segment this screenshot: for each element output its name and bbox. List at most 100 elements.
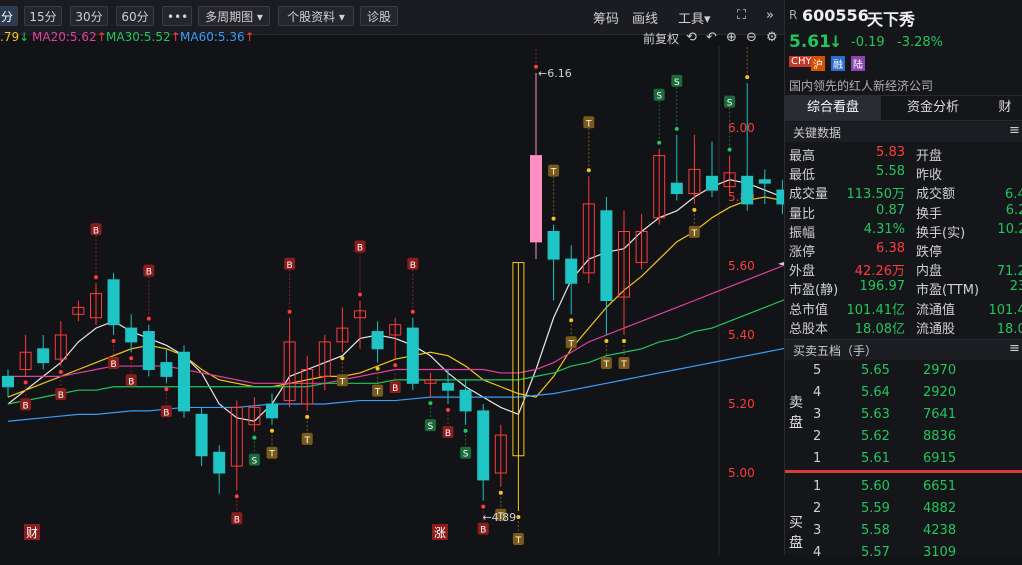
candle-body bbox=[372, 332, 383, 349]
tab-fund-analysis[interactable]: 资金分析 bbox=[885, 96, 981, 120]
candle-body bbox=[566, 259, 577, 283]
more-periods-button[interactable]: ••• bbox=[162, 6, 192, 26]
candle-body bbox=[196, 414, 207, 455]
volume: 6915 bbox=[923, 451, 956, 466]
period-15min-button[interactable]: 15分 bbox=[24, 6, 62, 26]
signal-label: B bbox=[146, 268, 152, 278]
sell-row: 45.642920 bbox=[785, 385, 1022, 405]
kline-chart[interactable]: 6.005.805.605.405.205.00◄BBBBBBBBSTBTTBT… bbox=[0, 46, 784, 555]
key-value: 42.26万 bbox=[855, 260, 905, 279]
key-data-row: 振幅4.31%换手(实)10.27% bbox=[785, 222, 1022, 241]
margin-tag: 融 bbox=[831, 56, 845, 71]
tools-dropdown[interactable]: 工具▾ bbox=[678, 8, 711, 27]
signal-dot bbox=[675, 127, 679, 131]
candle-body bbox=[161, 363, 172, 377]
signal-label: T bbox=[585, 119, 592, 129]
y-tick-label: 5.20 bbox=[728, 397, 755, 411]
signal-dot bbox=[340, 356, 344, 360]
signal-label: T bbox=[620, 360, 627, 370]
down-arrow-icon: ↓ bbox=[829, 32, 842, 51]
signal-label: T bbox=[550, 168, 557, 178]
candle-body bbox=[443, 383, 454, 390]
signal-dot bbox=[358, 293, 362, 297]
key-label: 换手 bbox=[916, 203, 942, 222]
candle-body bbox=[707, 176, 718, 190]
fullscreen-icon[interactable]: ⛶ bbox=[737, 8, 746, 23]
candle-body bbox=[601, 211, 612, 301]
ma-line-ma10 bbox=[8, 197, 784, 397]
signal-label: S bbox=[674, 78, 680, 88]
signal-dot bbox=[446, 408, 450, 412]
back-icon[interactable]: ⟲ bbox=[686, 30, 697, 45]
chips-button[interactable]: 筹码 bbox=[593, 8, 619, 27]
signal-label: S bbox=[463, 450, 469, 460]
chy-tag: CHY bbox=[789, 56, 814, 67]
buy-row: 1 5.60 6651 bbox=[785, 479, 1022, 499]
zoom-out-icon[interactable]: ⊖ bbox=[746, 30, 757, 45]
signal-dot bbox=[692, 208, 696, 212]
orderbook-menu-icon[interactable]: ≡ bbox=[1009, 341, 1020, 356]
price: 5.59 bbox=[861, 501, 890, 516]
volume: 6651 bbox=[923, 479, 956, 494]
signal-label: B bbox=[128, 377, 134, 387]
key-value: 18.08亿 bbox=[997, 318, 1022, 337]
price: 5.63 bbox=[861, 407, 890, 422]
signal-dot bbox=[252, 436, 256, 440]
signal-dot bbox=[112, 339, 116, 343]
key-data-header: 关键数据 ≡ bbox=[785, 122, 1022, 142]
tab-finance[interactable]: 财 bbox=[985, 96, 1022, 120]
price: 5.64 bbox=[861, 385, 890, 400]
high-label: ←6.16 bbox=[538, 67, 572, 80]
signal-dot bbox=[235, 494, 239, 498]
key-value: 5.83 bbox=[876, 145, 905, 160]
key-label: 换手(实) bbox=[916, 222, 965, 241]
ma60-legend: MA60:5.36↑ bbox=[180, 30, 255, 44]
signal-label: B bbox=[392, 384, 398, 394]
key-label: 总市值 bbox=[789, 299, 828, 318]
ma10-legend: .79↓ bbox=[0, 30, 29, 44]
volume: 4882 bbox=[923, 501, 956, 516]
key-value: 0.87 bbox=[876, 203, 905, 218]
candle-body bbox=[3, 376, 14, 386]
period-minute-button[interactable]: 分 bbox=[0, 6, 18, 26]
volume: 3109 bbox=[923, 545, 956, 560]
diagnose-button[interactable]: 诊股 bbox=[360, 6, 398, 26]
key-value: 236.9 bbox=[1010, 279, 1022, 294]
bottom-marker-fin: 财 bbox=[26, 526, 38, 540]
draw-line-button[interactable]: 画线 bbox=[632, 8, 658, 27]
key-label: 最高 bbox=[789, 145, 815, 164]
key-data-title: 关键数据 bbox=[793, 124, 841, 141]
sell-row: 25.628836 bbox=[785, 429, 1022, 449]
price: 5.61 bbox=[861, 451, 890, 466]
orderbook-header: 买卖五档（手） ≡ bbox=[785, 339, 1022, 360]
signal-label: T bbox=[303, 436, 310, 446]
multi-period-dropdown[interactable]: 多周期图 ▾ bbox=[198, 6, 270, 26]
undo-icon[interactable]: ↶ bbox=[706, 30, 717, 45]
candle-body bbox=[742, 176, 753, 204]
signal-label: S bbox=[656, 92, 662, 102]
stock-info-dropdown[interactable]: 个股资料 ▾ bbox=[278, 6, 354, 26]
tab-overview[interactable]: 综合看盘 bbox=[785, 96, 881, 120]
signal-dot bbox=[604, 339, 608, 343]
signal-dot bbox=[587, 168, 591, 172]
stock-name: 天下秀 bbox=[867, 6, 915, 30]
key-label: 跌停 bbox=[916, 241, 942, 260]
menu-icon[interactable]: ≡ bbox=[1009, 123, 1020, 138]
signal-label: T bbox=[374, 388, 381, 398]
zoom-in-icon[interactable]: ⊕ bbox=[726, 30, 737, 45]
adjust-mode-button[interactable]: 前复权 bbox=[643, 30, 679, 47]
price: 5.58 bbox=[861, 523, 890, 538]
key-data-row: 市盈(静)196.97市盈(TTM)236.9 bbox=[785, 279, 1022, 298]
signal-dot bbox=[94, 275, 98, 279]
period-60min-button[interactable]: 60分 bbox=[116, 6, 154, 26]
period-30min-button[interactable]: 30分 bbox=[70, 6, 108, 26]
candle-body bbox=[267, 404, 278, 418]
candle-body bbox=[38, 349, 49, 363]
buy-row: 45.573109 bbox=[785, 545, 1022, 565]
key-data-row: 总股本18.08亿流通股18.08亿 bbox=[785, 318, 1022, 337]
settings-gear-icon[interactable]: ⚙ bbox=[766, 30, 778, 45]
collapse-icon[interactable]: » bbox=[766, 8, 774, 23]
price: 5.60 bbox=[861, 479, 890, 494]
key-value: 101.41亿 bbox=[847, 299, 906, 318]
level: 1 bbox=[813, 479, 821, 494]
